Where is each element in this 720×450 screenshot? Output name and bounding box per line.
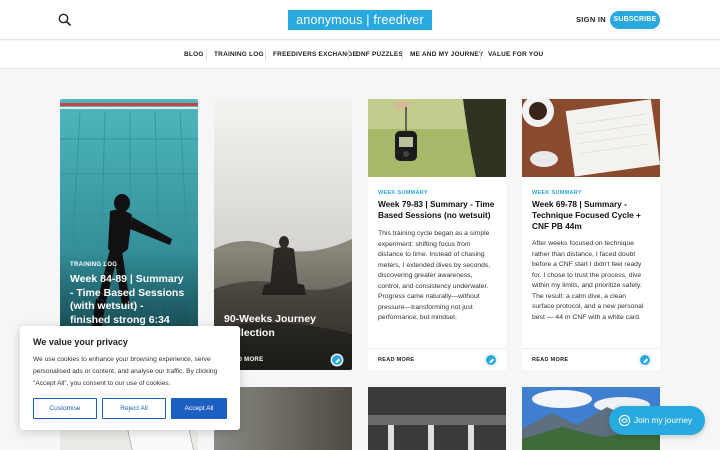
search-icon[interactable] bbox=[57, 12, 73, 28]
card-divider bbox=[522, 348, 660, 349]
accept-all-button[interactable]: Accept All bbox=[171, 398, 227, 419]
sign-in-link[interactable]: SIGN IN bbox=[576, 15, 606, 24]
post-card-row2-3[interactable] bbox=[368, 387, 506, 450]
card-tag: WEEK SUMMARY bbox=[378, 190, 428, 196]
top-header: anonymous | freediver SIGN IN SUBSCRIBE bbox=[0, 0, 720, 40]
join-my-journey-button[interactable]: Join my journey bbox=[609, 406, 705, 435]
card-title[interactable]: Week 79-83 | Summary - Time Based Sessio… bbox=[378, 199, 496, 221]
nav-item-me-and-my-journey[interactable]: ME AND MY JOURNEY bbox=[410, 51, 483, 58]
nav-item-value-for-you[interactable]: VALUE FOR YOU bbox=[488, 51, 543, 58]
nav-divider bbox=[265, 49, 266, 60]
card-excerpt: After weeks focused on technique rather … bbox=[532, 240, 644, 321]
author-avatar bbox=[639, 354, 651, 366]
author-avatar bbox=[485, 354, 497, 366]
read-more-link[interactable]: READ MORE bbox=[378, 357, 414, 363]
card-divider bbox=[368, 348, 506, 349]
cookie-consent-banner: We value your privacy We use cookies to … bbox=[20, 326, 240, 430]
main-nav: BLOG TRAINING LOG FREEDIVERS EXCHANGE DN… bbox=[0, 41, 720, 69]
author-avatar bbox=[331, 354, 343, 366]
nav-divider bbox=[348, 49, 349, 60]
site-logo[interactable]: anonymous | freediver bbox=[288, 10, 432, 30]
card-photo bbox=[368, 387, 506, 450]
nav-divider bbox=[480, 49, 481, 60]
notebook-coffee-photo bbox=[522, 99, 660, 177]
card-excerpt: This training cycle began as a simple ex… bbox=[378, 230, 491, 321]
card-tag: WEEK SUMMARY bbox=[532, 190, 582, 196]
nav-item-blog[interactable]: BLOG bbox=[184, 51, 204, 58]
read-more-link[interactable]: READ MORE bbox=[532, 357, 568, 363]
post-card-week-69-78[interactable]: WEEK SUMMARY Week 69-78 | Summary - Tech… bbox=[522, 99, 660, 370]
customise-button[interactable]: Customise bbox=[33, 398, 97, 419]
card-title[interactable]: Week 69-78 | Summary - Technique Focused… bbox=[532, 199, 650, 232]
portal-icon bbox=[618, 414, 631, 427]
nav-item-training-log[interactable]: TRAINING LOG bbox=[214, 51, 264, 58]
stopwatch-photo bbox=[368, 99, 506, 177]
nav-item-freedivers-exchange[interactable]: FREEDIVERS EXCHANGE bbox=[273, 51, 357, 58]
cookie-text: We use cookies to enhance your browsing … bbox=[33, 356, 218, 387]
cookie-title: We value your privacy bbox=[33, 337, 128, 347]
subscribe-button[interactable]: SUBSCRIBE bbox=[610, 11, 660, 29]
reject-all-button[interactable]: Reject All bbox=[102, 398, 166, 419]
post-card-week-79-83[interactable]: WEEK SUMMARY Week 79-83 | Summary - Time… bbox=[368, 99, 506, 370]
nav-divider bbox=[402, 49, 403, 60]
join-label: Join my journey bbox=[634, 415, 693, 425]
card-title[interactable]: 90-Weeks Journey Collection bbox=[224, 313, 340, 340]
nav-item-dnf-puzzles[interactable]: DNF PUZZLES bbox=[356, 51, 403, 58]
nav-divider bbox=[206, 49, 207, 60]
card-tag: TRAINING LOG bbox=[70, 262, 118, 268]
